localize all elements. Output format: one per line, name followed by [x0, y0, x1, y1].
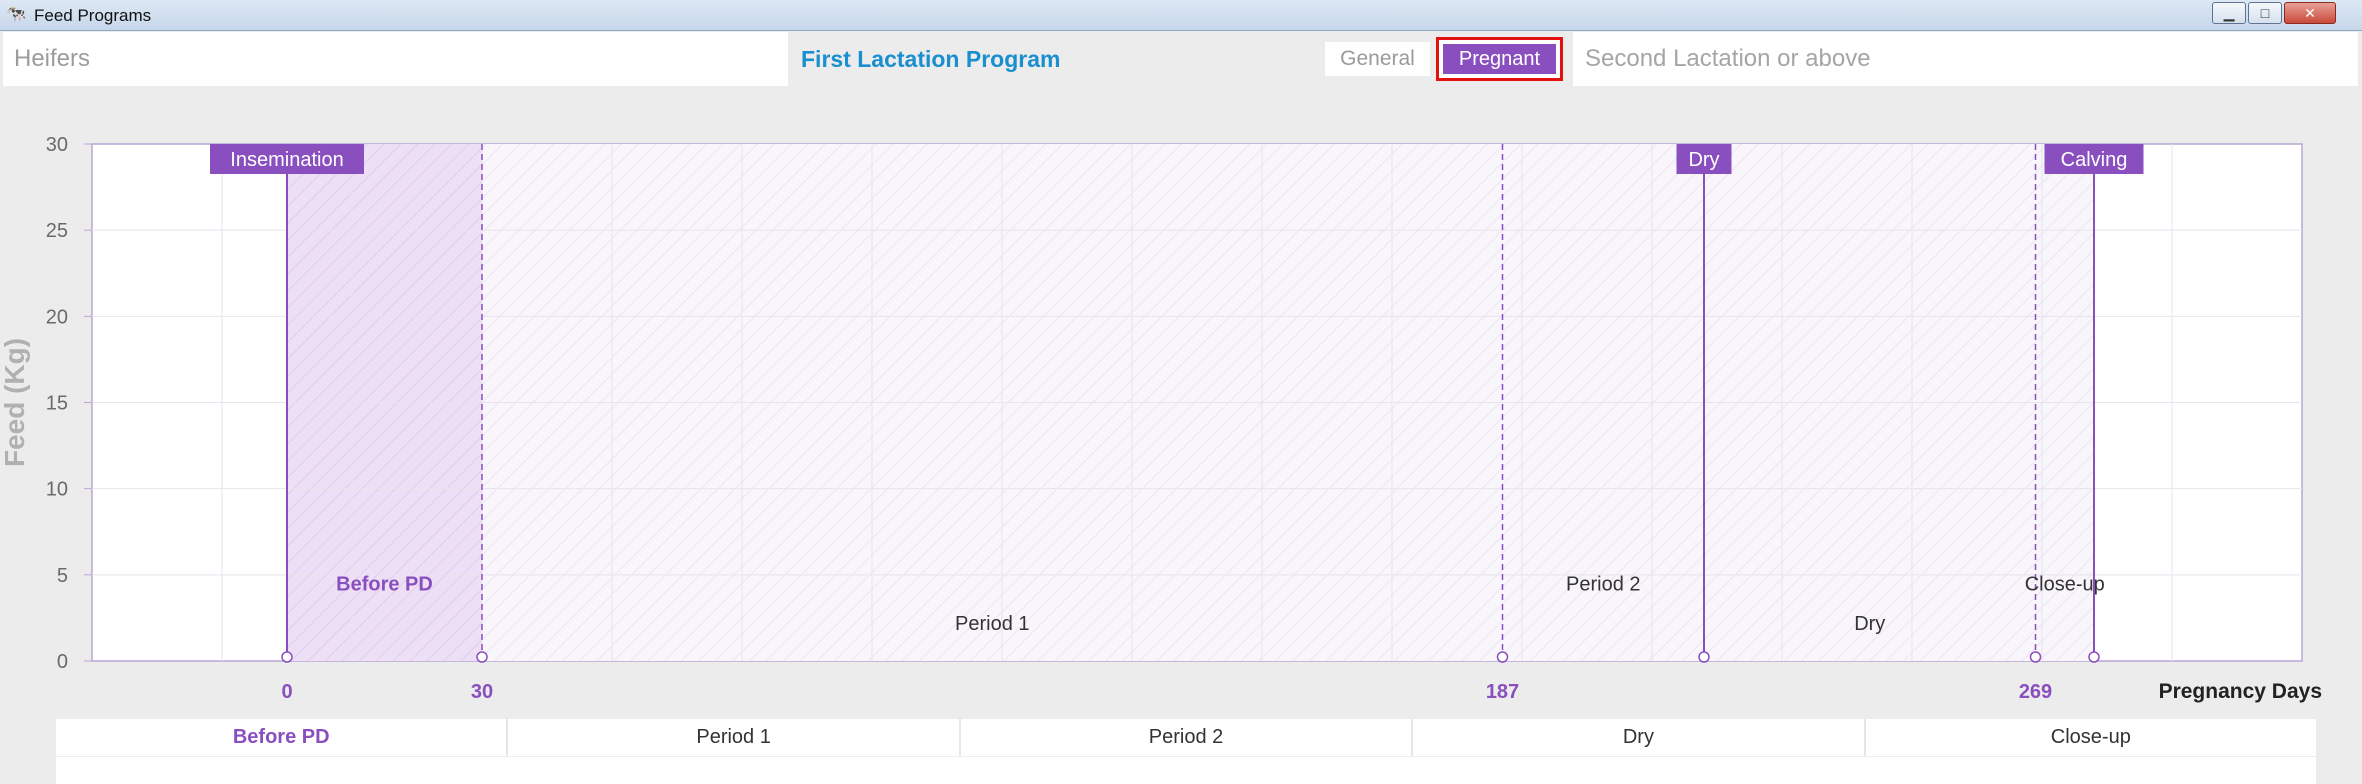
event-marker — [281, 651, 293, 663]
y-axis-label: Feed (Kg) — [0, 338, 30, 467]
x-axis-label: Pregnancy Days — [2159, 680, 2322, 703]
y-tick-label: 25 — [46, 220, 68, 242]
period-label: Dry — [1854, 613, 1885, 635]
period-label: Period 1 — [955, 613, 1030, 635]
y-tick-label: 0 — [57, 651, 68, 673]
period-boundary-marker — [1496, 651, 1509, 663]
pregnant-tab-focus-frame: Pregnant — [1436, 37, 1563, 81]
period-boundary-marker — [476, 651, 488, 663]
tab-general[interactable]: General — [1325, 42, 1430, 76]
x-tick-label: 187 — [1486, 681, 1519, 703]
event-flag-label: Insemination — [230, 149, 343, 171]
y-tick-label: 10 — [46, 479, 68, 501]
period-label: Before PD — [336, 573, 433, 595]
tab-first-lactation[interactable]: First Lactation Program — [788, 32, 1325, 86]
period-label: Period 2 — [1566, 573, 1641, 595]
window-title: Feed Programs — [34, 6, 152, 25]
x-tick-label: 30 — [471, 681, 493, 703]
tab-heifers[interactable]: Heifers — [3, 32, 788, 86]
y-tick-label: 15 — [46, 393, 68, 415]
event-flag-label: Calving — [2061, 149, 2128, 171]
event-marker — [2088, 651, 2100, 663]
event-flag-label: Dry — [1688, 149, 1719, 171]
program-tab-bar: Heifers First Lactation Program General … — [3, 32, 2358, 86]
period-header-before-pd[interactable]: Before PD — [56, 719, 509, 756]
cow-icon: 🐄 — [6, 6, 26, 23]
period-header-period-2[interactable]: Period 2 — [961, 719, 1414, 756]
period-table-body — [56, 757, 2316, 784]
sub-tab-group: General Pregnant — [1325, 37, 1575, 81]
tab-second-lactation[interactable]: Second Lactation or above — [1573, 32, 2358, 86]
x-tick-label: 0 — [281, 681, 292, 703]
period-header-period-1[interactable]: Period 1 — [508, 719, 961, 756]
x-tick-label: 269 — [2019, 681, 2052, 703]
y-tick-label: 30 — [46, 134, 68, 156]
period-table-header: Before PD Period 1 Period 2 Dry Close-up — [56, 719, 2316, 757]
y-tick-label: 20 — [46, 306, 68, 328]
y-tick-label: 5 — [57, 565, 68, 587]
title-bar: 🐄 Feed Programs ▁ □ ✕ — [0, 0, 2362, 31]
event-marker — [1698, 651, 1710, 663]
period-boundary-marker — [2029, 651, 2042, 663]
close-button[interactable]: ✕ — [2284, 2, 2336, 24]
maximize-button[interactable]: □ — [2248, 2, 2282, 24]
period-label: Close-up — [2025, 573, 2105, 595]
period-header-close-up[interactable]: Close-up — [1866, 719, 2316, 756]
minimize-button[interactable]: ▁ — [2212, 2, 2246, 24]
period-header-dry[interactable]: Dry — [1413, 719, 1866, 756]
tab-pregnant[interactable]: Pregnant — [1443, 44, 1556, 74]
feed-chart: 0 5 10 15 20 25 30 Feed (Kg) 0 30 187 269 Pregnancy … — [0, 134, 2322, 703]
